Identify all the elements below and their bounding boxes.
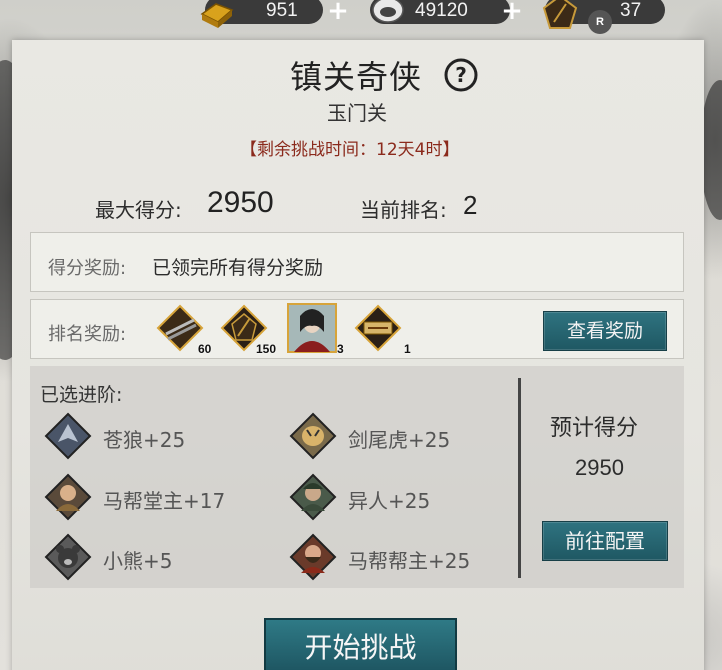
go-configure-button[interactable]: 前往配置 <box>542 521 668 561</box>
bear-icon[interactable] <box>44 533 92 581</box>
silver-icon <box>372 0 404 23</box>
silver-amount: 49120 <box>415 0 468 21</box>
svg-text:?: ? <box>455 63 467 87</box>
title-plaque-icon[interactable] <box>354 304 402 352</box>
add-silver-button[interactable]: + <box>498 0 526 24</box>
score-reward-row <box>30 232 684 292</box>
gang-leader-icon[interactable] <box>289 533 337 581</box>
gold-bar-icon <box>200 3 234 28</box>
panel-divider <box>518 378 521 578</box>
hero-portrait-icon[interactable] <box>286 302 338 354</box>
arrows-icon[interactable] <box>156 304 204 352</box>
start-challenge-button[interactable]: 开始挑战 <box>264 618 457 670</box>
tier-label: 马帮堂主+17 <box>103 489 226 513</box>
rank-value: 2 <box>463 190 478 220</box>
rank-badge: R <box>588 10 612 34</box>
tiger-icon[interactable] <box>289 412 337 460</box>
reward-count: 1 <box>404 342 411 356</box>
score-reward-status: 已领完所有得分奖励 <box>152 257 324 279</box>
reward-count: 150 <box>256 342 277 356</box>
gold-amount: 951 <box>266 0 298 21</box>
expected-score-value: 2950 <box>575 455 624 480</box>
view-rewards-button[interactable]: 查看奖励 <box>543 311 667 351</box>
reward-count: 3 <box>337 342 344 356</box>
tier-label: 马帮帮主+25 <box>348 549 471 573</box>
expected-score-label: 预计得分 <box>550 416 639 441</box>
rank-label: 当前排名: <box>360 198 447 222</box>
page-title: 镇关奇侠 <box>290 58 423 96</box>
max-score-value: 2950 <box>207 186 274 219</box>
help-icon[interactable]: ? <box>442 56 480 94</box>
stranger-icon[interactable] <box>289 473 337 521</box>
reward-count: 60 <box>198 342 212 356</box>
token-icon <box>542 0 578 29</box>
tier-label: 异人+25 <box>348 489 431 513</box>
selected-tiers-title: 已选进阶: <box>40 384 123 406</box>
token-amount: 37 <box>620 0 642 21</box>
wolf-icon[interactable] <box>44 412 92 460</box>
hall-master-icon[interactable] <box>44 473 92 521</box>
location-name: 玉门关 <box>327 101 387 125</box>
score-reward-label: 得分奖励: <box>48 258 127 279</box>
tier-label: 小熊+5 <box>103 549 173 573</box>
rank-reward-label: 排名奖励: <box>48 324 127 345</box>
add-gold-button[interactable]: + <box>324 0 352 24</box>
remaining-time: 【剩余挑战时间：12天4时】 <box>240 140 460 160</box>
tier-label: 苍狼+25 <box>103 428 186 452</box>
tier-label: 剑尾虎+25 <box>348 428 451 452</box>
max-score-label: 最大得分: <box>95 198 182 222</box>
